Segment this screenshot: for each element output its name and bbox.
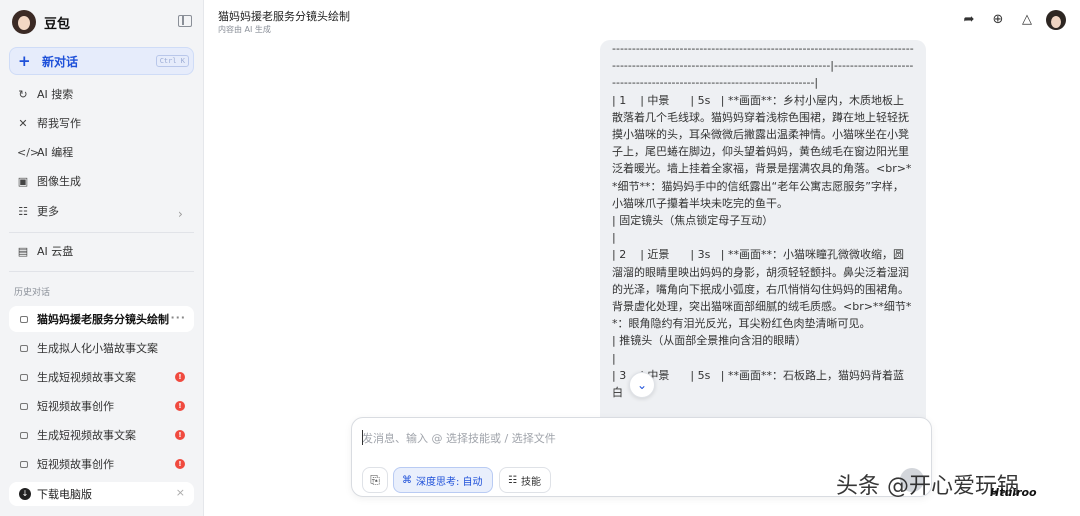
alert-badge: ! <box>175 401 185 411</box>
history-item[interactable]: 生成拟人化小猫故事文案 <box>9 335 194 361</box>
nav-image-gen[interactable]: ▣ 图像生成 <box>17 171 81 191</box>
new-chat-label: 新对话 <box>42 54 79 69</box>
history-item-label: 生成短视频故事文案 <box>37 429 136 442</box>
history-item-label: 生成拟人化小猫故事文案 <box>37 342 158 355</box>
grid-icon: ☷ <box>508 474 517 486</box>
deep-think-icon: ⌘ <box>402 474 412 486</box>
deep-think-button[interactable]: ⌘ 深度思考: 自动 <box>393 467 493 493</box>
alert-badge: ! <box>175 372 185 382</box>
history-item[interactable]: 短视频故事创作 ! <box>9 393 194 419</box>
nav-label: 帮我写作 <box>37 117 81 130</box>
nav-label: AI 搜索 <box>37 88 74 101</box>
text-cursor <box>362 430 363 445</box>
deep-think-label: 深度思考: 自动 <box>416 476 483 488</box>
history-item-label: 短视频故事创作 <box>37 458 114 471</box>
history-item-label: 短视频故事创作 <box>37 400 114 413</box>
nav-writing[interactable]: ✕ 帮我写作 <box>17 113 81 133</box>
new-chat-button[interactable]: + 新对话 Ctrl K <box>9 47 194 75</box>
sidebar-toggle-icon[interactable] <box>178 15 192 27</box>
download-icon: ↓ <box>19 488 31 500</box>
plus-icon: + <box>18 51 31 70</box>
share-icon[interactable]: ➦ <box>961 12 977 28</box>
scroll-down-button[interactable]: ⌄ <box>629 372 655 398</box>
nav-label: 图像生成 <box>37 175 81 188</box>
chat-bubble-icon <box>20 460 28 468</box>
page-subtitle: 内容由 AI 生成 <box>218 25 271 34</box>
chat-bubble-icon <box>20 373 28 381</box>
brand[interactable]: 豆包 <box>12 10 70 34</box>
search-icon: ↻ <box>18 87 28 101</box>
history-item-label: 生成短视频故事文案 <box>37 371 136 384</box>
image-icon: ▣ <box>17 174 29 188</box>
brand-avatar <box>12 10 36 34</box>
nav-label: AI 编程 <box>37 146 74 159</box>
close-icon[interactable]: × <box>176 486 185 499</box>
history-item[interactable]: 生成短视频故事文案 ! <box>9 422 194 448</box>
chat-bubble-icon <box>20 315 28 323</box>
code-icon: </> <box>17 145 40 159</box>
skills-button[interactable]: ☷ 技能 <box>499 467 551 493</box>
nav-label: 更多 <box>37 205 59 218</box>
nav-coding[interactable]: </> AI 编程 <box>17 142 73 162</box>
chevron-right-icon: › <box>178 207 183 221</box>
message-input[interactable] <box>362 429 902 447</box>
alert-badge: ! <box>175 459 185 469</box>
chat-bubble-icon <box>20 344 28 352</box>
chat-bubble-icon <box>20 431 28 439</box>
nav-more[interactable]: ☷ 更多 <box>17 201 59 221</box>
watermark-small: Htuiroo <box>990 486 1037 499</box>
page-title: 猫妈妈援老服务分镜头绘制 <box>218 10 350 23</box>
nav-label: AI 云盘 <box>37 245 74 258</box>
attach-icon[interactable]: ⎘ <box>362 467 388 493</box>
user-avatar[interactable] <box>1046 10 1066 30</box>
skills-label: 技能 <box>520 476 541 488</box>
message-text: ----------------------------------------… <box>612 42 914 400</box>
nav-ai-search[interactable]: ↻ AI 搜索 <box>17 84 73 104</box>
sidebar: 豆包 + 新对话 Ctrl K ↻ AI 搜索 ✕ 帮我写作 </> AI 编程… <box>0 0 204 516</box>
history-item[interactable]: 猫妈妈援老服务分镜头绘制 ··· <box>9 306 194 332</box>
message-bubble: ----------------------------------------… <box>600 40 926 418</box>
history-item[interactable]: 短视频故事创作 ! <box>9 451 194 477</box>
cloud-drive-icon: ▤ <box>17 244 29 258</box>
brand-name: 豆包 <box>44 16 71 32</box>
new-window-icon[interactable]: ⊕ <box>990 12 1006 28</box>
history-item[interactable]: 生成短视频故事文案 ! <box>9 364 194 390</box>
download-label: 下载电脑版 <box>37 488 92 501</box>
shortcut-hint: Ctrl K <box>155 55 189 67</box>
history-item-label: 猫妈妈援老服务分镜头绘制 <box>37 313 169 326</box>
history-section-label: 历史对话 <box>14 288 51 298</box>
bell-icon[interactable]: △ <box>1019 12 1035 28</box>
nav-cloud-drive[interactable]: ▤ AI 云盘 <box>17 241 73 261</box>
more-options-icon[interactable]: ··· <box>170 311 186 324</box>
download-desktop-button[interactable]: ↓ 下载电脑版 × <box>9 482 194 506</box>
chat-bubble-icon <box>20 402 28 410</box>
alert-badge: ! <box>175 430 185 440</box>
divider <box>9 271 194 272</box>
pen-icon: ✕ <box>18 116 28 130</box>
divider <box>9 232 194 233</box>
grid-icon: ☷ <box>18 204 28 218</box>
